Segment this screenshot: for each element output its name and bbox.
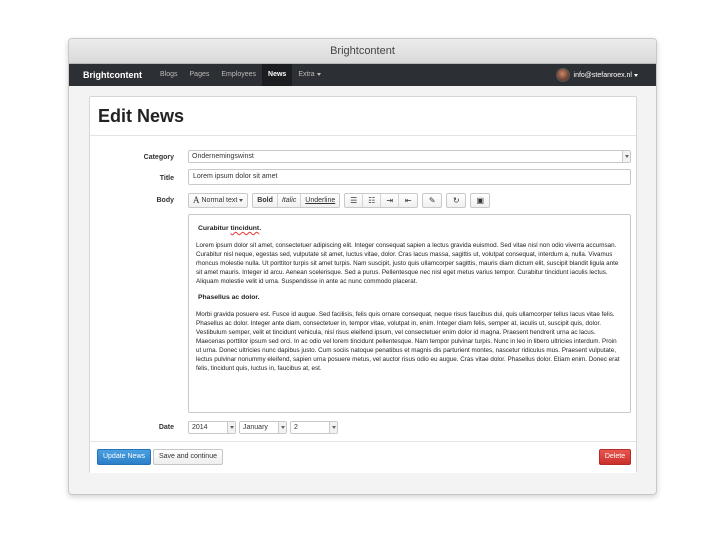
ordered-list-icon: ☷: [368, 196, 376, 205]
editor-heading-1-before: Curabitur: [198, 225, 231, 232]
date-label: Date: [158, 424, 174, 431]
font-style-group: A Normal text: [188, 193, 249, 208]
body-label: Body: [156, 197, 175, 204]
delete-button[interactable]: Delete: [599, 449, 631, 465]
year-select[interactable]: 2014: [188, 421, 236, 434]
image-group: ▣: [470, 193, 491, 208]
day-value: 2: [294, 424, 298, 431]
pencil-button[interactable]: ✎: [423, 194, 441, 207]
editor-heading-1-after: .: [259, 225, 262, 232]
nav-item-employees[interactable]: Employees: [215, 64, 262, 86]
pencil-icon: ✎: [428, 196, 436, 205]
italic-button[interactable]: Italic: [278, 194, 302, 207]
category-label: Category: [143, 154, 174, 161]
category-select[interactable]: Ondernemingswinst: [188, 150, 631, 163]
caret-down-icon: [634, 73, 638, 77]
caret-down-icon: [316, 72, 321, 76]
navbar-brand[interactable]: Brightcontent: [83, 70, 142, 80]
app-window: Brightcontent Brightcontent Blogs Pages …: [68, 38, 657, 495]
title-input[interactable]: Lorem ipsum dolor sit amet: [188, 169, 631, 185]
body-editor[interactable]: Curabitur tincidunt. Lorem ipsum dolor s…: [188, 214, 631, 413]
indent-icon: ⇥: [386, 196, 394, 205]
image-icon: ▣: [476, 196, 485, 205]
insert-image-button[interactable]: ▣: [471, 194, 489, 207]
underline-button[interactable]: Underline: [301, 194, 339, 207]
refresh-icon: ↻: [452, 196, 460, 205]
text-format-group: Bold Italic Underline: [252, 193, 341, 208]
edit-news-panel: Edit News Category Ondernemingswinst Tit…: [89, 96, 637, 473]
nav-item-extra[interactable]: Extra: [292, 64, 326, 86]
save-and-continue-button[interactable]: Save and continue: [153, 449, 223, 465]
list-group: ☰ ☷ ⇥ ⇤: [344, 193, 419, 208]
unordered-list-button[interactable]: ☰: [345, 194, 364, 207]
font-style-label: Normal text: [201, 197, 238, 204]
nav-item-extra-label: Extra: [298, 71, 315, 78]
caret-down-icon: [239, 199, 244, 202]
outdent-icon: ⇤: [404, 196, 412, 205]
select-arrow-icon: [278, 422, 286, 433]
link-group: ↻: [446, 193, 467, 208]
day-select[interactable]: 2: [290, 421, 338, 434]
title-label: Title: [159, 175, 174, 182]
page-title: Edit News: [98, 106, 185, 126]
category-value: Ondernemingswinst: [192, 153, 254, 160]
refresh-button[interactable]: ↻: [447, 194, 465, 207]
update-news-button[interactable]: Update News: [97, 449, 151, 465]
editor-toolbar: A Normal text Bold Italic Underline ☰ ☷ ⇥…: [188, 193, 494, 208]
font-icon: A: [193, 195, 200, 205]
year-value: 2014: [192, 424, 208, 431]
select-arrow-icon: [329, 422, 337, 433]
user-menu[interactable]: info@stefanroex.nl: [555, 64, 638, 86]
top-navbar: Brightcontent Blogs Pages Employees News…: [69, 64, 656, 86]
editor-heading-2: Phasellus ac dolor.: [198, 294, 260, 302]
ordered-list-button[interactable]: ☷: [363, 194, 382, 207]
editor-paragraph-2: Morbi gravida posuere est. Fusce id augu…: [196, 311, 620, 372]
nav-item-news[interactable]: News: [262, 64, 293, 86]
nav-item-pages[interactable]: Pages: [184, 64, 216, 86]
bold-button[interactable]: Bold: [253, 194, 278, 207]
outdent-button[interactable]: ⇤: [399, 194, 417, 207]
font-style-dropdown[interactable]: A Normal text: [189, 194, 247, 207]
window-title: Brightcontent: [69, 39, 656, 64]
indent-button[interactable]: ⇥: [381, 194, 400, 207]
panel-header: Edit News: [90, 97, 636, 136]
select-arrow-icon: [622, 151, 630, 162]
select-arrow-icon: [227, 422, 235, 433]
avatar: [555, 68, 570, 82]
nav-item-blogs[interactable]: Blogs: [154, 64, 184, 86]
month-value: January: [243, 424, 268, 431]
user-email: info@stefanroex.nl: [573, 71, 632, 79]
pen-group: ✎: [422, 193, 443, 208]
unordered-list-icon: ☰: [350, 196, 358, 205]
editor-heading-1-spell: tincidunt: [230, 225, 260, 232]
editor-paragraph-1: Lorem ipsum dolor sit amet, consectetuer…: [196, 241, 619, 285]
month-select[interactable]: January: [239, 421, 287, 434]
editor-heading-1: Curabitur tincidunt.: [198, 225, 622, 234]
